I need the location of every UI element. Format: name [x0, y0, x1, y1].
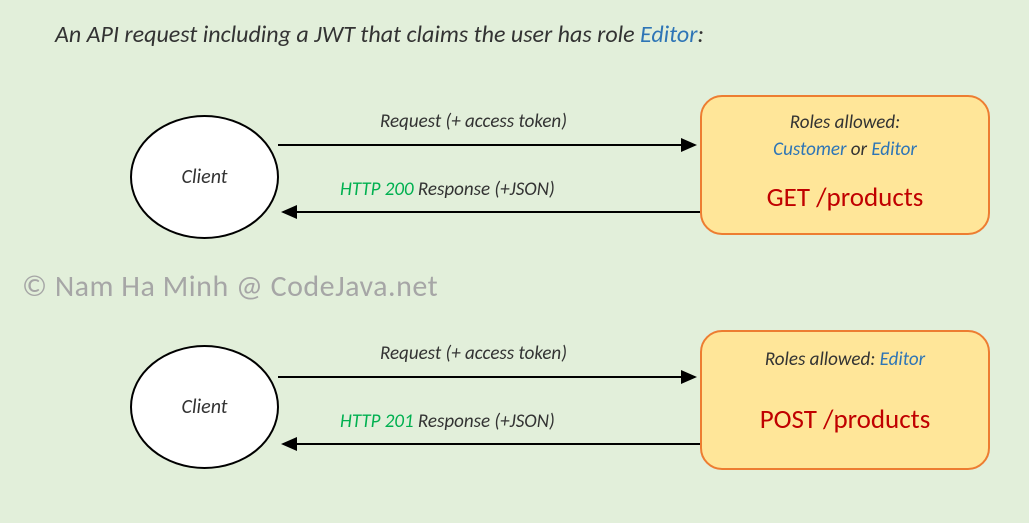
request-label-2: Request (+ access token) — [380, 342, 567, 365]
role-editor-2: Editor — [880, 348, 925, 371]
role-or-1: or — [847, 138, 872, 161]
endpoint-post: POST /products — [702, 403, 988, 436]
endpoint-get: GET /products — [702, 181, 988, 214]
client-label-2: Client — [182, 395, 228, 419]
client-label-1: Client — [182, 165, 228, 189]
endpoint-box-get: Roles allowed: Customer or Editor GET /p… — [700, 95, 990, 235]
response-label-1: HTTP 200 Response (+JSON) — [340, 178, 555, 201]
watermark-text: © Nam Ha Minh @ CodeJava.net — [22, 268, 438, 305]
client-node-2: Client — [130, 345, 279, 469]
response-status-1: HTTP 200 — [340, 178, 414, 201]
request-label-1: Request (+ access token) — [380, 110, 567, 133]
roles-allowed-1: Roles allowed: — [702, 111, 988, 134]
diagram-title: An API request including a JWT that clai… — [55, 20, 704, 49]
title-role: Editor — [640, 20, 697, 49]
title-prefix: An API request including a JWT that clai… — [55, 20, 640, 49]
role-editor-1: Editor — [871, 138, 916, 161]
response-suffix-2: Response (+JSON) — [414, 410, 555, 433]
roles-allowed-2: Roles allowed: Editor — [702, 348, 988, 371]
response-suffix-1: Response (+JSON) — [414, 178, 555, 201]
roles-label-2: Roles allowed: — [765, 348, 880, 371]
response-status-2: HTTP 201 — [340, 410, 414, 433]
roles-list-1: Customer or Editor — [702, 138, 988, 161]
endpoint-box-post: Roles allowed: Editor POST /products — [700, 330, 990, 470]
response-label-2: HTTP 201 Response (+JSON) — [340, 410, 555, 433]
title-suffix: : — [697, 20, 703, 49]
client-node-1: Client — [130, 115, 279, 239]
roles-label-1: Roles allowed: — [790, 111, 900, 134]
role-customer: Customer — [773, 138, 846, 161]
